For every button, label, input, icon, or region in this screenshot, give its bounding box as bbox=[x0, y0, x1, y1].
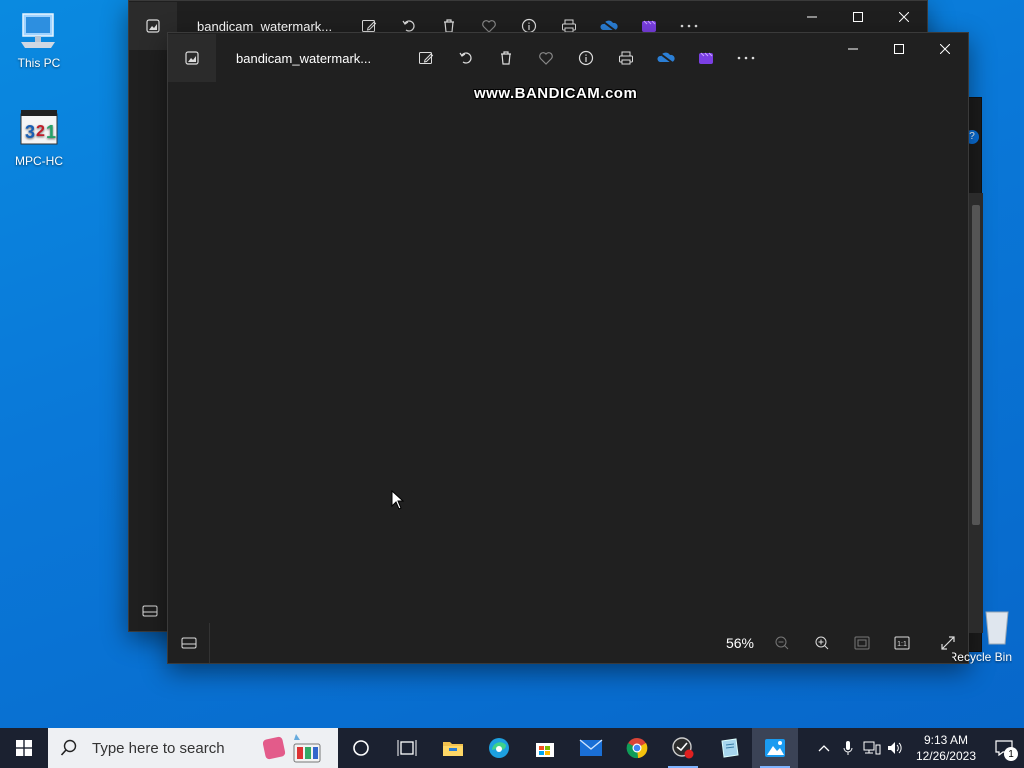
scrollbar-thumb[interactable] bbox=[972, 205, 980, 525]
svg-text:1: 1 bbox=[46, 122, 56, 142]
desktop-icon-recycle-bin[interactable]: Recycle Bin bbox=[952, 602, 1012, 664]
volume-icon[interactable] bbox=[884, 728, 908, 768]
desktop-icon-mpc-hc[interactable]: 3 2 1 MPC-HC bbox=[7, 106, 71, 168]
clipchamp-icon[interactable] bbox=[686, 38, 726, 78]
info-icon[interactable] bbox=[566, 38, 606, 78]
close-button[interactable] bbox=[922, 33, 968, 65]
rotate-icon[interactable] bbox=[446, 38, 486, 78]
microsoft-store-icon[interactable] bbox=[522, 728, 568, 768]
notification-badge: 1 bbox=[1004, 747, 1018, 761]
filmstrip-icon[interactable] bbox=[168, 623, 210, 663]
system-tray: 9:13 AM 12/26/2023 1 bbox=[812, 728, 1024, 768]
file-explorer-icon[interactable] bbox=[430, 728, 476, 768]
mail-icon[interactable] bbox=[568, 728, 614, 768]
network-icon[interactable] bbox=[860, 728, 884, 768]
svg-text:1:1: 1:1 bbox=[897, 641, 907, 648]
search-icon bbox=[60, 739, 77, 756]
mouse-cursor-icon bbox=[391, 489, 405, 515]
start-button[interactable] bbox=[0, 728, 48, 768]
svg-text:3: 3 bbox=[25, 122, 35, 142]
taskbar: Type here to search 9:13 AM 12/26/2023 1 bbox=[0, 728, 1024, 768]
close-button[interactable] bbox=[881, 1, 927, 33]
recycle-bin-icon bbox=[982, 602, 1012, 646]
zoom-in-icon[interactable] bbox=[802, 623, 842, 663]
caption-buttons bbox=[830, 33, 968, 65]
taskbar-search-box[interactable]: Type here to search bbox=[48, 728, 338, 768]
task-view-button[interactable] bbox=[384, 728, 430, 768]
zoom-out-icon[interactable] bbox=[762, 623, 802, 663]
bottom-bar: 56% 1:1 bbox=[168, 623, 968, 663]
caption-buttons bbox=[789, 1, 927, 33]
mpc-hc-icon: 3 2 1 bbox=[17, 106, 61, 150]
actual-size-icon[interactable]: 1:1 bbox=[882, 623, 922, 663]
desktop-icon-label: MPC-HC bbox=[15, 154, 63, 168]
search-placeholder: Type here to search bbox=[92, 739, 225, 757]
edit-icon[interactable] bbox=[406, 38, 446, 78]
minimize-button[interactable] bbox=[830, 33, 876, 65]
computer-icon bbox=[17, 8, 61, 52]
edge-browser-icon[interactable] bbox=[476, 728, 522, 768]
photos-window-front[interactable]: bandicam_watermark... www.BANDICAM.com 5… bbox=[167, 32, 983, 664]
minimize-button[interactable] bbox=[789, 1, 835, 33]
chrome-icon[interactable] bbox=[614, 728, 660, 768]
print-icon[interactable] bbox=[606, 38, 646, 78]
delete-icon[interactable] bbox=[486, 38, 526, 78]
cortana-button[interactable] bbox=[338, 728, 384, 768]
bandicam-icon[interactable] bbox=[660, 728, 706, 768]
system-clock[interactable]: 9:13 AM 12/26/2023 bbox=[916, 732, 976, 764]
window-title: bandicam_watermark... bbox=[236, 50, 372, 66]
zoom-level: 56% bbox=[725, 635, 754, 651]
title-bar: bandicam_watermark... bbox=[168, 33, 968, 83]
search-highlight-icon bbox=[260, 732, 330, 768]
maximize-button[interactable] bbox=[876, 33, 922, 65]
microphone-icon[interactable] bbox=[836, 728, 860, 768]
vertical-scrollbar[interactable] bbox=[969, 193, 983, 633]
desktop-icon-this-pc[interactable]: This PC bbox=[7, 8, 71, 70]
desktop-icon-label: This PC bbox=[17, 56, 61, 70]
notepad-icon[interactable] bbox=[706, 728, 752, 768]
toolbar bbox=[406, 38, 766, 78]
filmstrip-icon[interactable] bbox=[129, 591, 171, 631]
svg-text:2: 2 bbox=[36, 123, 45, 140]
maximize-button[interactable] bbox=[835, 1, 881, 33]
desktop-icon-label: Recycle Bin bbox=[952, 650, 1012, 664]
onedrive-icon[interactable] bbox=[646, 38, 686, 78]
favorite-icon[interactable] bbox=[526, 38, 566, 78]
chevron-up-icon[interactable] bbox=[812, 728, 836, 768]
windows-logo-icon bbox=[16, 740, 32, 756]
more-icon[interactable] bbox=[726, 38, 766, 78]
clock-date: 12/26/2023 bbox=[915, 749, 976, 763]
photos-app-taskbar-icon[interactable] bbox=[752, 728, 798, 768]
clock-time: 9:13 AM bbox=[923, 733, 968, 747]
notification-center-button[interactable]: 1 bbox=[984, 728, 1024, 768]
bandicam-watermark: www.BANDICAM.com bbox=[474, 85, 638, 102]
fit-to-window-icon[interactable] bbox=[842, 623, 882, 663]
photos-app-icon bbox=[168, 34, 216, 82]
